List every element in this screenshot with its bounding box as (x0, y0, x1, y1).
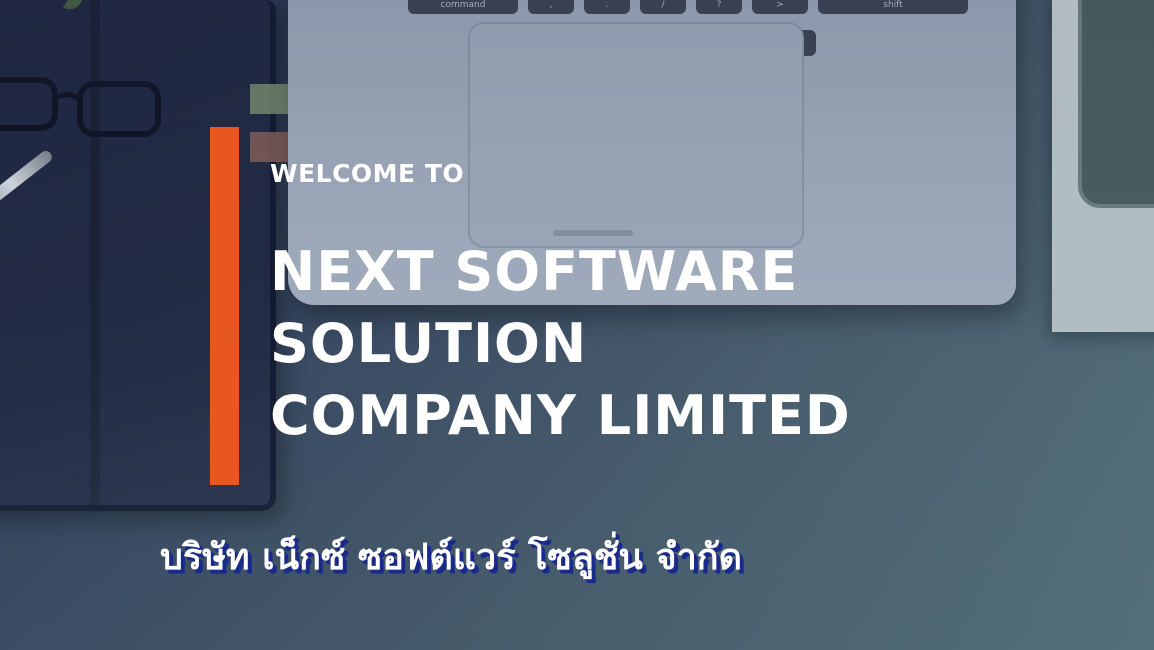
laptop-trackpad (468, 22, 804, 248)
key-comma: , (528, 0, 574, 14)
accent-bar (210, 127, 239, 485)
key-question: ? (696, 0, 742, 14)
key-shift: shift (818, 0, 968, 14)
key-command-left: command (408, 0, 518, 14)
welcome-label: WELCOME TO (270, 159, 465, 188)
key-slash: / (640, 0, 686, 14)
key-greater: > (752, 0, 808, 14)
smartphone-icon (1078, 0, 1154, 208)
company-name-english: NEXT SOFTWARE SOLUTION COMPANY LIMITED (270, 236, 851, 452)
hero-banner: command , . / ? > shift command option W… (0, 0, 1154, 650)
company-name-thai: บริษัท เน็กซ์ ซอฟต์แวร์ โซลูชั่น จำกัด (160, 537, 742, 578)
company-name-line-3: COMPANY LIMITED (270, 384, 851, 447)
company-name-line-1: NEXT SOFTWARE (270, 240, 799, 303)
eyeglasses-icon (0, 77, 161, 137)
key-period: . (584, 0, 630, 14)
company-name-line-2: SOLUTION (270, 312, 588, 375)
